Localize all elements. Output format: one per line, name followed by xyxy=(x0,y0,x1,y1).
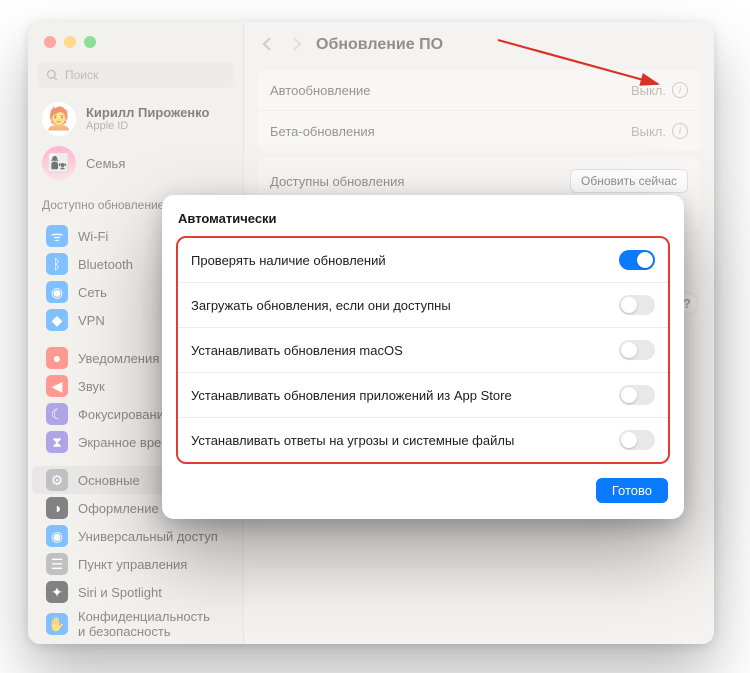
sidebar-item-privacy[interactable]: ✋ Конфиденциальность и безопасность xyxy=(32,606,239,642)
update-now-button[interactable]: Обновить сейчас xyxy=(570,169,688,193)
info-icon[interactable]: i xyxy=(672,123,688,139)
sidebar-item-siri[interactable]: ✦ Siri и Spotlight xyxy=(32,578,239,606)
content-header: Обновление ПО xyxy=(244,22,714,64)
toggle-switch[interactable] xyxy=(619,430,655,450)
acc-icon: ◉ xyxy=(46,525,68,547)
sidebar-item-family[interactable]: 👩‍👧 Семья xyxy=(28,142,243,186)
bell-icon: ● xyxy=(46,347,68,369)
sidebar-item-label: Siri и Spotlight xyxy=(78,585,162,600)
toggle-label: Устанавливать обновления macOS xyxy=(191,343,403,358)
info-icon[interactable]: i xyxy=(672,82,688,98)
row-beta-updates[interactable]: Бета-обновления Выкл. i xyxy=(258,110,700,151)
sidebar-item-label: Сеть xyxy=(78,285,107,300)
forward-button[interactable] xyxy=(288,36,306,54)
toggle-label: Проверять наличие обновлений xyxy=(191,253,386,268)
sidebar-item-label: Универсальный доступ xyxy=(78,529,218,544)
toggle-row: Проверять наличие обновлений xyxy=(178,238,668,282)
family-avatar-icon: 👩‍👧 xyxy=(42,146,76,180)
sound-icon: ◀ xyxy=(46,375,68,397)
close-icon[interactable] xyxy=(44,36,56,48)
sidebar-item-label: Звук xyxy=(78,379,105,394)
maximize-icon[interactable] xyxy=(84,36,96,48)
sidebar-item-label: VPN xyxy=(78,313,105,328)
wifi-icon: ᯤ xyxy=(46,225,68,247)
minimize-icon[interactable] xyxy=(64,36,76,48)
toggle-label: Загружать обновления, если они доступны xyxy=(191,298,451,313)
toggle-row: Устанавливать обновления macOS xyxy=(178,327,668,372)
siri-icon: ✦ xyxy=(46,581,68,603)
focus-icon: ☾ xyxy=(46,403,68,425)
avatar: 🧑‍🦰 xyxy=(42,102,76,136)
sidebar-item-label: Оформление xyxy=(78,501,159,516)
search-input[interactable]: Поиск xyxy=(38,62,233,88)
row-auto-update[interactable]: Автообновление Выкл. i xyxy=(258,70,700,110)
toggle-switch[interactable] xyxy=(619,385,655,405)
dialog-title: Автоматически xyxy=(162,207,684,236)
back-button[interactable] xyxy=(260,36,278,54)
toggle-switch[interactable] xyxy=(619,250,655,270)
sidebar-item-apple-id[interactable]: 🧑‍🦰 Кирилл Пироженко Apple ID xyxy=(28,98,243,142)
sidebar-item-label: Уведомления xyxy=(78,351,159,366)
toggle-label: Устанавливать обновления приложений из A… xyxy=(191,388,512,403)
automatic-updates-dialog: Автоматически Проверять наличие обновлен… xyxy=(162,195,684,519)
sidebar-item-cc[interactable]: ☰ Пункт управления xyxy=(32,550,239,578)
toggle-row: Устанавливать ответы на угрозы и системн… xyxy=(178,417,668,462)
value-beta-updates: Выкл. i xyxy=(631,123,688,139)
dialog-options-list: Проверять наличие обновлений Загружать об… xyxy=(176,236,670,464)
sidebar-item-label: Конфиденциальность и безопасность xyxy=(78,609,210,639)
toggle-label: Устанавливать ответы на угрозы и системн… xyxy=(191,433,514,448)
app-icon: ◑ xyxy=(46,497,68,519)
bt-icon: ᛒ xyxy=(46,253,68,275)
toggle-switch[interactable] xyxy=(619,295,655,315)
auto-update-card: Автообновление Выкл. i Бета-обновления В… xyxy=(258,70,700,151)
done-button[interactable]: Готово xyxy=(596,478,668,503)
sidebar-item-label: Фокусирование xyxy=(78,407,171,422)
sidebar-item-label: Основные xyxy=(78,473,140,488)
gear-icon: ⚙ xyxy=(46,469,68,491)
toggle-row: Загружать обновления, если они доступны xyxy=(178,282,668,327)
page-title: Обновление ПО xyxy=(316,36,443,54)
privacy-icon: ✋ xyxy=(46,613,68,635)
search-icon xyxy=(46,69,59,82)
net-icon: ◉ xyxy=(46,281,68,303)
screen-icon: ⧗ xyxy=(46,431,68,453)
window-controls xyxy=(28,22,243,48)
cc-icon: ☰ xyxy=(46,553,68,575)
sidebar-item-label: Пункт управления xyxy=(78,557,187,572)
sidebar-item-label: Wi-Fi xyxy=(78,229,108,244)
toggle-switch[interactable] xyxy=(619,340,655,360)
profile-sub: Apple ID xyxy=(86,120,209,132)
vpn-icon: ◆ xyxy=(46,309,68,331)
sidebar-item-acc[interactable]: ◉ Универсальный доступ xyxy=(32,522,239,550)
toggle-row: Устанавливать обновления приложений из A… xyxy=(178,372,668,417)
sidebar-item-label: Bluetooth xyxy=(78,257,133,272)
value-auto-update: Выкл. i xyxy=(631,82,688,98)
profile-name: Кирилл Пироженко xyxy=(86,106,209,121)
